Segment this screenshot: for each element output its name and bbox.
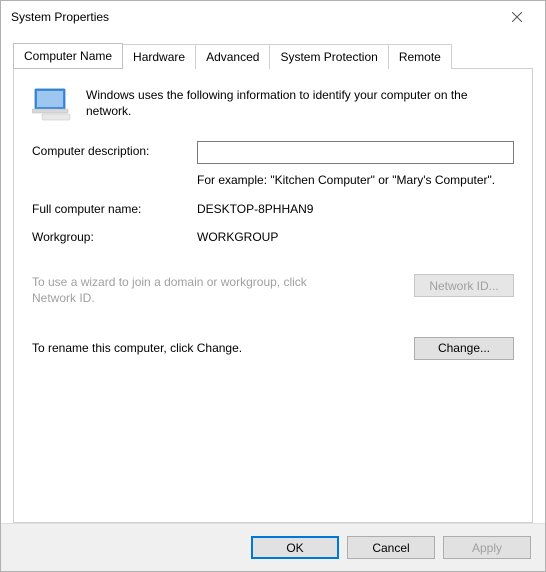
rename-row: To rename this computer, click Change. C… [32,337,514,360]
tab-remote[interactable]: Remote [389,44,452,69]
intro-row: Windows uses the following information t… [32,87,514,121]
tab-strip: Computer Name Hardware Advanced System P… [13,43,533,68]
tab-system-protection[interactable]: System Protection [270,44,388,69]
tab-computer-name[interactable]: Computer Name [13,43,123,69]
fullname-label: Full computer name: [32,202,197,216]
workgroup-row: Workgroup: WORKGROUP [32,230,514,244]
ok-button[interactable]: OK [251,536,339,559]
computer-icon [32,87,72,121]
system-properties-window: System Properties Computer Name Hardware… [0,0,546,572]
description-row: Computer description: For example: "Kitc… [32,141,514,188]
change-button[interactable]: Change... [414,337,514,360]
tab-panel-computer-name: Windows uses the following information t… [13,68,533,523]
workgroup-value: WORKGROUP [197,230,278,244]
titlebar: System Properties [1,1,545,33]
close-button[interactable] [497,3,537,31]
fullname-value: DESKTOP-8PHHAN9 [197,202,313,216]
button-bar: OK Cancel Apply [1,523,545,571]
window-title: System Properties [11,10,109,24]
tab-advanced[interactable]: Advanced [196,44,270,69]
network-id-button: Network ID... [414,274,514,297]
close-icon [512,12,522,22]
cancel-button[interactable]: Cancel [347,536,435,559]
description-label: Computer description: [32,141,197,158]
workgroup-label: Workgroup: [32,230,197,244]
apply-button: Apply [443,536,531,559]
tab-hardware[interactable]: Hardware [123,44,196,69]
description-field-wrap: For example: "Kitchen Computer" or "Mary… [197,141,514,188]
content-area: Computer Name Hardware Advanced System P… [1,33,545,523]
intro-text: Windows uses the following information t… [86,87,514,119]
description-input[interactable] [197,141,514,164]
fullname-row: Full computer name: DESKTOP-8PHHAN9 [32,202,514,216]
rename-text: To rename this computer, click Change. [32,341,242,355]
wizard-text: To use a wizard to join a domain or work… [32,274,322,306]
wizard-row: To use a wizard to join a domain or work… [32,274,514,306]
description-example: For example: "Kitchen Computer" or "Mary… [197,172,514,188]
